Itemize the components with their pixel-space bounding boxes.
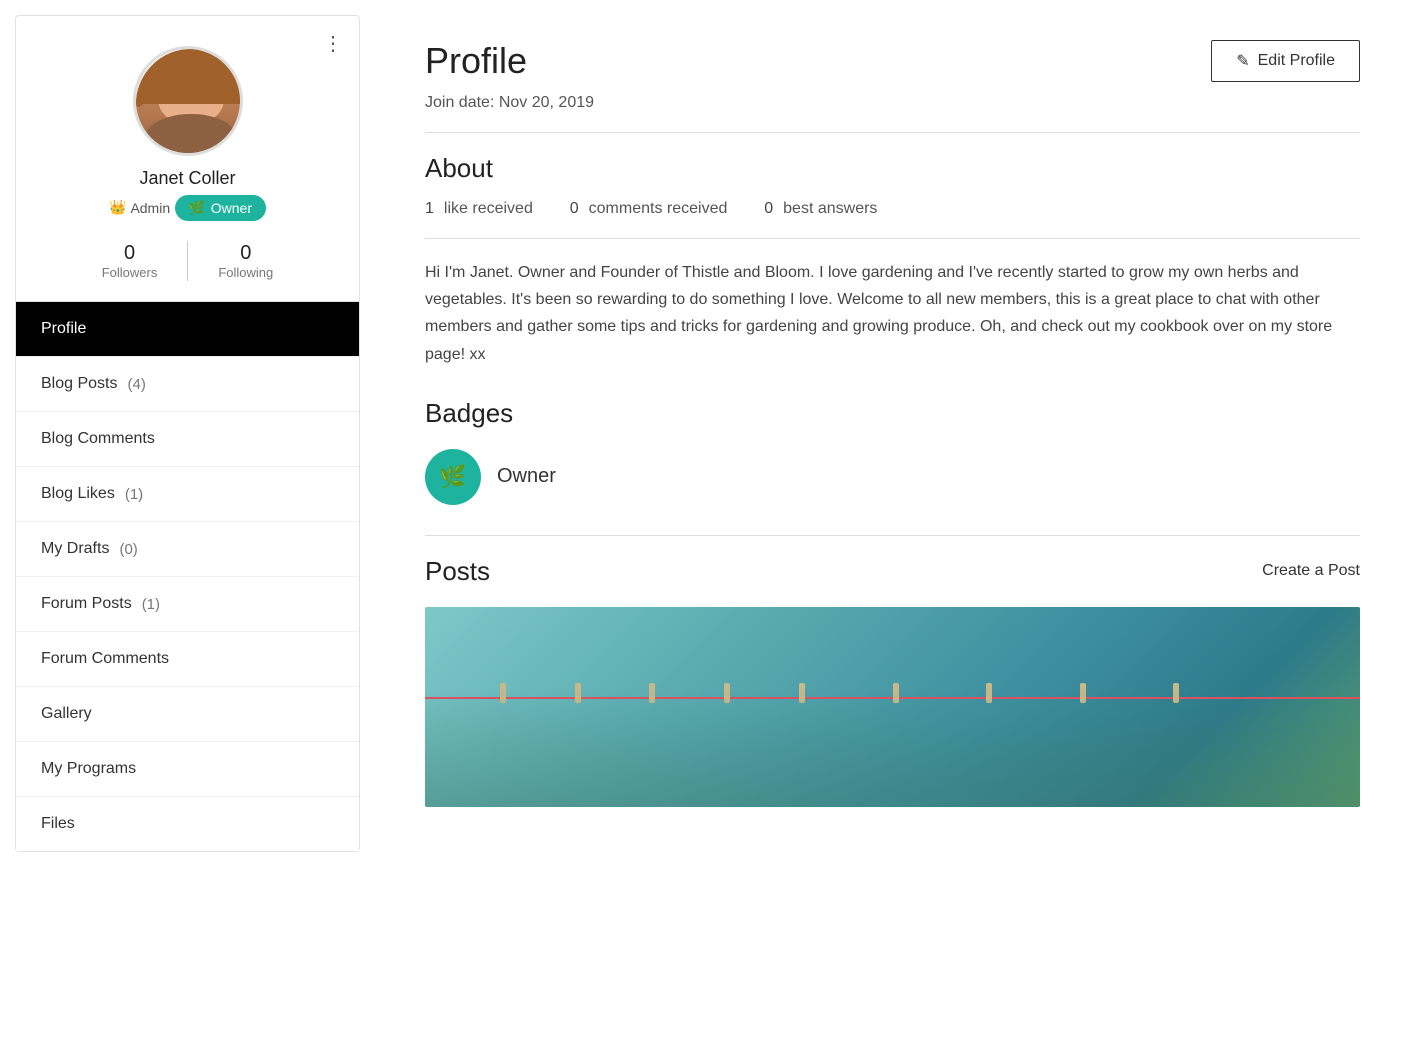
answers-count: 0 [764, 200, 773, 218]
profile-card: ⋮ Janet Coller 👑 Admin 🌿 Owner 0 Followe… [16, 16, 359, 302]
main-content: Profile ✎ Edit Profile Join date: Nov 20… [375, 0, 1410, 1052]
sidebar-item-gallery[interactable]: Gallery [16, 687, 359, 742]
edit-profile-button[interactable]: ✎ Edit Profile [1211, 40, 1360, 82]
owner-badge: 🌿 Owner [175, 195, 266, 221]
followers-row: 0 Followers 0 Following [36, 241, 339, 281]
following-col[interactable]: 0 Following [188, 242, 303, 280]
comments-label: comments received [589, 200, 728, 218]
nav-item-count: (1) [125, 486, 143, 503]
post-image [425, 607, 1360, 807]
stat-sep-2 [741, 200, 750, 218]
nav-item-label: Blog Likes [41, 485, 115, 503]
edit-profile-label: Edit Profile [1258, 52, 1335, 70]
sidebar-nav: Profile Blog Posts (4) Blog Comments Blog Li… [16, 302, 359, 851]
stats-row: 1 like received 0 comments received 0 be… [425, 200, 1360, 218]
following-count: 0 [240, 242, 251, 265]
divider-1 [425, 132, 1360, 133]
badge-item: 🌿 Owner [425, 449, 1360, 505]
sidebar-item-profile[interactable]: Profile [16, 302, 359, 357]
followers-label: Followers [102, 265, 158, 280]
nav-item-label: Forum Posts [41, 595, 132, 613]
sidebar-item-forum-posts[interactable]: Forum Posts (1) [16, 577, 359, 632]
about-title: About [425, 153, 1360, 184]
user-name: Janet Coller [36, 168, 339, 189]
profile-header: Profile ✎ Edit Profile [425, 40, 1360, 82]
badge-name: Owner [497, 465, 556, 488]
owner-label: Owner [211, 200, 252, 216]
comments-count: 0 [570, 200, 579, 218]
menu-dots-button[interactable]: ⋮ [323, 31, 344, 56]
admin-badge: 👑 Admin [109, 199, 170, 216]
nav-item-label: Blog Comments [41, 430, 155, 448]
followers-col[interactable]: 0 Followers [72, 242, 188, 280]
page-title: Profile [425, 40, 527, 82]
sidebar-item-blog-likes[interactable]: Blog Likes (1) [16, 467, 359, 522]
sidebar-item-my-drafts[interactable]: My Drafts (0) [16, 522, 359, 577]
nav-item-label: My Programs [41, 760, 136, 778]
create-post-link[interactable]: Create a Post [1262, 562, 1360, 580]
likes-count: 1 [425, 200, 434, 218]
nav-item-count: (0) [119, 541, 137, 558]
nav-item-label: My Drafts [41, 540, 109, 558]
nav-item-label: Blog Posts [41, 375, 117, 393]
followers-count: 0 [124, 242, 135, 265]
nav-item-count: (4) [127, 376, 145, 393]
nav-item-label: Gallery [41, 705, 92, 723]
nav-item-label: Files [41, 815, 75, 833]
posts-header: Posts Create a Post [425, 556, 1360, 587]
sidebar-item-forum-comments[interactable]: Forum Comments [16, 632, 359, 687]
sidebar-item-blog-comments[interactable]: Blog Comments [16, 412, 359, 467]
admin-label: Admin [130, 200, 170, 216]
sidebar-item-files[interactable]: Files [16, 797, 359, 851]
crown-icon: 👑 [109, 199, 126, 216]
leaf-icon: 🌿 [189, 200, 205, 216]
answers-label: best answers [783, 200, 877, 218]
following-label: Following [218, 265, 273, 280]
nav-item-label: Profile [41, 320, 86, 338]
posts-title: Posts [425, 556, 490, 587]
sidebar-item-my-programs[interactable]: My Programs [16, 742, 359, 797]
sidebar-item-blog-posts[interactable]: Blog Posts (4) [16, 357, 359, 412]
likes-label: like received [444, 200, 533, 218]
badges-title: Badges [425, 398, 1360, 429]
stat-sep-1 [547, 200, 556, 218]
post-image-overlay [425, 687, 1360, 807]
about-text: Hi I'm Janet. Owner and Founder of Thist… [425, 259, 1360, 368]
nav-item-label: Forum Comments [41, 650, 169, 668]
divider-2 [425, 238, 1360, 239]
avatar [133, 46, 243, 156]
edit-pencil-icon: ✎ [1236, 51, 1249, 71]
join-date: Join date: Nov 20, 2019 [425, 94, 1360, 112]
nav-item-count: (1) [142, 596, 160, 613]
sidebar: ⋮ Janet Coller 👑 Admin 🌿 Owner 0 Followe… [15, 15, 360, 852]
divider-3 [425, 535, 1360, 536]
badge-icon: 🌿 [425, 449, 481, 505]
